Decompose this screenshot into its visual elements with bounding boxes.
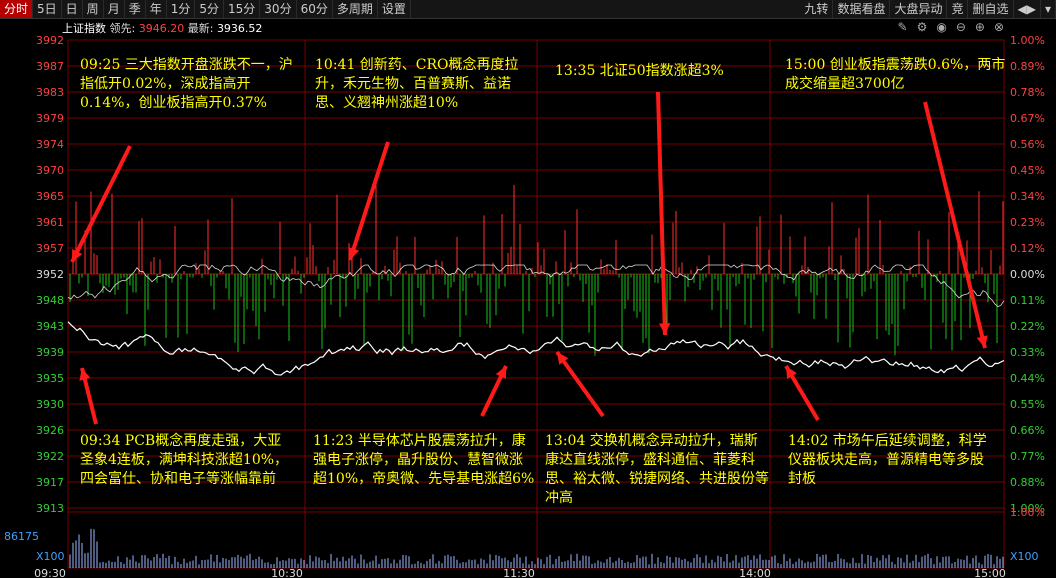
pct-tick: 0.33% bbox=[1010, 346, 1045, 359]
price-tick: 3992 bbox=[36, 34, 64, 47]
annotation-0925: 09:25 三大指数开盘涨跌不一，沪指低开0.02%，深成指高开0.14%，创业… bbox=[80, 57, 293, 111]
price-tick: 3961 bbox=[36, 216, 64, 229]
pct-tick: 0.88% bbox=[1010, 476, 1045, 489]
pct-tick: 0.77% bbox=[1010, 450, 1045, 463]
annotation-1402: 14:02 市场午后延续调整，科学仪器板块走高，普源精电等多股封板 bbox=[788, 433, 987, 487]
pct-tick: 0.66% bbox=[1010, 424, 1045, 437]
pct-tick: 0.44% bbox=[1010, 372, 1045, 385]
price-tick: 3943 bbox=[36, 320, 64, 333]
pct-tick: 0.12% bbox=[1010, 242, 1045, 255]
pct-tick: 0.55% bbox=[1010, 398, 1045, 411]
pct-tick: 0.67% bbox=[1010, 112, 1045, 125]
annotation-1041: 10:41 创新药、CRO概念再度拉升，禾元生物、百普赛斯、益诺思、义翘神州涨超… bbox=[315, 57, 519, 111]
pct-tick: 0.34% bbox=[1010, 190, 1045, 203]
price-tick: 3970 bbox=[36, 164, 64, 177]
time-label: 10:30 bbox=[271, 567, 303, 578]
time-label: 09:30 bbox=[34, 567, 66, 578]
pct-tick: 0.23% bbox=[1010, 216, 1045, 229]
pct-tick: 1.00% bbox=[1010, 34, 1045, 47]
price-tick: 3974 bbox=[36, 138, 64, 151]
volume-label: 1.00% bbox=[1010, 506, 1045, 519]
arrow-1304 bbox=[555, 350, 605, 418]
time-label: 15:00 bbox=[974, 567, 1006, 578]
index-price-line bbox=[67, 321, 1005, 376]
price-tick: 3922 bbox=[36, 450, 64, 463]
annotation-1500: 15:00 创业板指震荡跌0.6%，两市成交缩量超3700亿 bbox=[785, 57, 1006, 92]
pct-tick: 0.11% bbox=[1010, 294, 1045, 307]
price-tick: 3965 bbox=[36, 190, 64, 203]
price-tick: 3987 bbox=[36, 60, 64, 73]
annotation-1335: 13:35 北证50指数涨超3% bbox=[555, 63, 724, 79]
annotation-1123: 11:23 半导体芯片股震荡拉升，康强电子涨停，晶升股份、慧智微涨超10%，帝奥… bbox=[313, 433, 535, 487]
annotation-1304: 13:04 交换机概念异动拉升，瑞斯康达直线涨停，盛科通信、菲菱科思、裕太微、锐… bbox=[545, 433, 769, 506]
price-tick: 3939 bbox=[36, 346, 64, 359]
volume-label: X100 bbox=[36, 550, 65, 563]
time-label: 11:30 bbox=[503, 567, 535, 578]
pct-tick: 0.56% bbox=[1010, 138, 1045, 151]
volume-label: X100 bbox=[1010, 550, 1039, 563]
pct-tick: 0.22% bbox=[1010, 320, 1045, 333]
price-tick: 3952 bbox=[36, 268, 64, 281]
price-tick: 3979 bbox=[36, 112, 64, 125]
time-label: 14:00 bbox=[739, 567, 771, 578]
pct-tick: 0.89% bbox=[1010, 60, 1045, 73]
arrow-1335 bbox=[656, 91, 667, 336]
price-tick: 3957 bbox=[36, 242, 64, 255]
arrow-1041 bbox=[348, 141, 390, 261]
price-tick: 3930 bbox=[36, 398, 64, 411]
pct-tick: 0.00% bbox=[1010, 268, 1045, 281]
pct-tick: 0.78% bbox=[1010, 86, 1045, 99]
annotation-0934: 09:34 PCB概念再度走强，大亚圣象4连板，满坤科技涨超10%，四会富仕、协… bbox=[80, 433, 289, 487]
price-tick: 3935 bbox=[36, 372, 64, 385]
price-tick: 3926 bbox=[36, 424, 64, 437]
price-tick: 3917 bbox=[36, 476, 64, 489]
arrow-1041-head bbox=[348, 247, 359, 260]
price-tick: 3983 bbox=[36, 86, 64, 99]
arrow-1335-head bbox=[659, 323, 671, 335]
arrow-0925 bbox=[70, 145, 132, 263]
price-tick: 3913 bbox=[36, 502, 64, 515]
pct-tick: 0.45% bbox=[1010, 164, 1045, 177]
volume-label: 86175 bbox=[4, 530, 39, 543]
price-tick: 3948 bbox=[36, 294, 64, 307]
